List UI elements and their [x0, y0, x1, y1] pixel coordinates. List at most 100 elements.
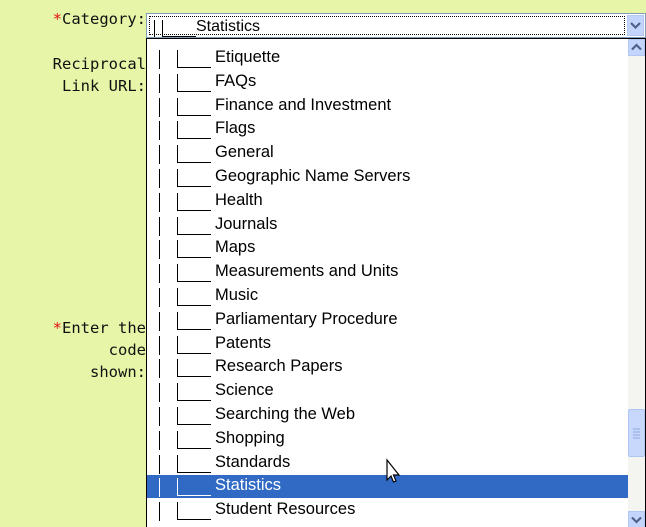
dropdown-option[interactable]: Student Resources: [147, 499, 628, 522]
scroll-down-button[interactable]: [628, 511, 645, 527]
tree-line: [159, 121, 160, 141]
dropdown-option[interactable]: Searching the Web: [147, 404, 628, 427]
tree-branch: [177, 169, 211, 187]
category-label-text: Category:: [62, 10, 146, 28]
scroll-thumb[interactable]: [628, 409, 645, 457]
tree-line: [159, 50, 160, 69]
scroll-grip-icon: [633, 428, 640, 439]
dropdown-option-label: Finance and Investment: [215, 95, 392, 114]
reciprocal-label-line1: Reciprocal: [52, 55, 146, 73]
category-select-value: Statistics: [149, 16, 625, 37]
tree-line: [159, 407, 160, 426]
tree-line: [159, 502, 160, 522]
dropdown-option-label: Journals: [215, 214, 278, 233]
dropdown-option-label: Geographic Name Servers: [215, 167, 411, 185]
required-marker: *: [52, 319, 62, 337]
dropdown-option-label: Statistics: [215, 476, 282, 495]
dropdown-option-label: Parliamentary Procedure: [215, 309, 398, 328]
dropdown-option[interactable]: Shopping: [147, 428, 628, 451]
scroll-up-button[interactable]: [628, 39, 645, 56]
tree-line: [159, 216, 160, 236]
category-select[interactable]: Statistics: [146, 13, 646, 38]
tree-branch: [177, 335, 211, 354]
tree-branch: [177, 216, 211, 235]
enter-code-line3: shown:: [90, 363, 146, 381]
dropdown-option[interactable]: FAQs: [147, 71, 628, 94]
dropdown-option[interactable]: Parliamentary Procedure: [147, 309, 628, 332]
dropdown-option-label: Music: [215, 286, 259, 304]
tree-branch: [177, 121, 211, 140]
dropdown-option-label: Measurements and Units: [215, 262, 399, 281]
dropdown-option-label: FAQs: [215, 71, 257, 90]
tree-line: [159, 311, 160, 331]
tree-line: [159, 264, 160, 284]
tree-branch: [177, 478, 211, 497]
tree-branch: [177, 359, 211, 378]
dropdown-option-label: Shopping: [215, 428, 285, 447]
tree-branch: [177, 145, 211, 164]
tree-branch: [177, 264, 211, 283]
dropdown-option-label: Student Resources: [215, 500, 356, 519]
tree-branch: [177, 454, 211, 473]
dropdown-option[interactable]: Measurements and Units: [147, 261, 628, 284]
tree-branch: [177, 192, 211, 211]
dropdown-option-label: Health: [215, 190, 263, 209]
dropdown-option-label: Science: [215, 381, 274, 400]
tree-line: [159, 169, 160, 188]
tree-line: [159, 454, 160, 474]
enter-code-line1: Enter the: [62, 319, 146, 337]
dropdown-option-label: Etiquette: [215, 48, 281, 66]
dropdown-option[interactable]: Health: [147, 190, 628, 213]
dropdown-option[interactable]: Geographic Name Servers: [147, 166, 628, 189]
dropdown-arrow-icon: [630, 22, 641, 30]
tree-branch: [177, 311, 211, 330]
tree-branch: [177, 50, 211, 68]
dropdown-option-label: Flags: [215, 119, 256, 138]
tree-line: [159, 73, 160, 93]
tree-branch: [177, 502, 211, 521]
reciprocal-label-line2: Link URL:: [62, 77, 146, 95]
dropdown-option[interactable]: Flags: [147, 118, 628, 141]
dropdown-option[interactable]: General: [147, 142, 628, 165]
dropdown-option-label: Searching the Web: [215, 405, 356, 423]
tree-branch: [177, 97, 211, 116]
enter-code-line2: code: [108, 341, 146, 359]
dropdown-option-label: Patents: [215, 333, 271, 352]
dropdown-option[interactable]: Maps: [147, 237, 628, 260]
required-marker: *: [52, 10, 62, 28]
dropdown-option-label: General: [215, 143, 274, 162]
tree-branch: [177, 240, 211, 259]
tree-line: [159, 335, 160, 355]
dropdown-option[interactable]: Research Papers: [147, 356, 628, 379]
tree-branch: [177, 288, 211, 306]
category-label: *Category:: [53, 8, 146, 30]
dropdown-option[interactable]: Patents: [147, 333, 628, 356]
dropdown-option-label: Maps: [215, 238, 256, 257]
dropdown-scrollbar[interactable]: [628, 39, 645, 527]
tree-branch: [177, 430, 211, 449]
tree-line: [159, 192, 160, 212]
dropdown-option[interactable]: Journals: [147, 214, 628, 237]
dropdown-option-label: Research Papers: [215, 357, 343, 376]
dropdown-option[interactable]: Finance and Investment: [147, 95, 628, 118]
dropdown-option-label: Standards: [215, 452, 291, 471]
dropdown-option[interactable]: Music: [147, 285, 628, 308]
tree-line: [159, 145, 160, 165]
tree-line: [159, 383, 160, 403]
tree-line: [159, 478, 160, 498]
enter-code-label: *Enter the code shown:: [53, 317, 146, 383]
dropdown-option[interactable]: Science: [147, 380, 628, 403]
scroll-down-icon: [631, 516, 642, 524]
tree-branch: [177, 383, 211, 402]
tree-line: [159, 240, 160, 260]
tree-branch: [177, 73, 211, 92]
tree-line: [159, 359, 160, 379]
select-value-text: Statistics: [196, 18, 261, 35]
category-dropdown-list[interactable]: Etiquette FAQs Finance and Investment Flags…: [146, 38, 646, 527]
dropdown-button[interactable]: [627, 15, 644, 36]
tree-line: [159, 97, 160, 117]
tree-branch: [177, 407, 211, 425]
dropdown-option[interactable]: Etiquette: [147, 47, 628, 70]
tree-line: [159, 430, 160, 450]
scroll-up-icon: [631, 43, 642, 51]
